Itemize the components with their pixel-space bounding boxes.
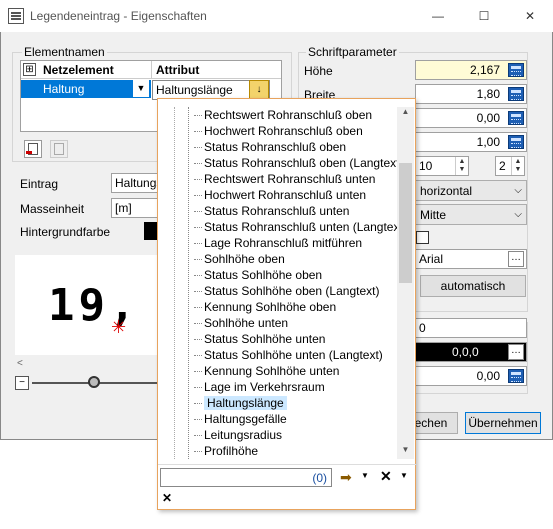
app-icon [8,8,24,24]
filter-count: (0) [312,471,327,485]
hoehe-input[interactable]: 2,167 [415,60,527,80]
attribute-list-item[interactable]: Sohlhöhe unten [162,315,399,331]
attribute-list-item[interactable]: Status Sohlhöhe oben (Langtext) [162,283,399,299]
attribute-list-item[interactable]: Status Rohranschluß unten [162,203,399,219]
font-input[interactable]: Arial … [415,249,527,269]
attribute-list-item[interactable]: Status Rohranschluß oben (Langtext) [162,155,399,171]
attribute-list-item[interactable]: Status Rohranschluß oben [162,139,399,155]
minimize-button[interactable]: — [415,0,461,32]
spin-updown-icon[interactable]: ▲ ▼ [455,157,468,175]
hintergrund-color-swatch[interactable] [144,222,158,240]
attribut-dropdown-icon[interactable]: ↓ [249,80,269,100]
spin-updown-icon[interactable]: ▲ ▼ [511,157,524,175]
lower3-input[interactable]: 0,00 [415,366,527,386]
attribute-list-item[interactable]: Hochwert Rohranschluß oben [162,123,399,139]
attribute-list-item[interactable]: Kennung Sohlhöhe unten [162,363,399,379]
calculator-icon[interactable] [508,63,524,77]
attribute-list-item[interactable]: Status Rohranschluß unten (Langtext) [162,219,399,235]
param3-input[interactable]: 0,00 [415,108,527,128]
attribute-list-item[interactable]: Status Sohlhöhe oben [162,267,399,283]
attribute-list-item[interactable]: Status Sohlhöhe unten [162,331,399,347]
lower1-input[interactable]: 0 [415,318,527,338]
scroll-left-icon[interactable]: < [17,358,23,369]
col-attribut[interactable]: Attribut [156,63,199,77]
popup-filter-bar: (0) ➡ ▼ ✕ ▼ [158,464,416,488]
maximize-button[interactable]: ☐ [461,0,507,32]
apply-filter-arrow-icon[interactable]: ➡ [340,469,352,486]
chevron-down-icon[interactable]: ▼ [400,471,408,480]
preview-area: 19, ✳ [15,255,158,355]
preview-hscrollbar[interactable]: < [15,358,158,372]
attribute-tree-list[interactable]: Rechtswert Rohranschluß oben Hochwert Roh… [162,107,399,459]
font-browse-button[interactable]: … [508,251,524,267]
attribute-list-item[interactable]: Sohlhöhe oben [162,251,399,267]
row-dropdown-arrow[interactable]: ▼ [133,80,149,97]
popup-scroll-thumb[interactable] [399,163,412,283]
breite-input[interactable]: 1,80 [415,84,527,104]
color-input[interactable]: 0,0,0 … [415,342,527,362]
attribute-list-item[interactable]: Lage Rohranschluß mitführen [162,235,399,251]
popup-vscrollbar[interactable]: ▲ ▼ [397,107,414,459]
attribute-list-item[interactable]: Haltungsgefälle [162,411,399,427]
elementnamen-label: Elementnamen [22,45,107,59]
attribute-list-item[interactable]: Leitungsradius [162,427,399,443]
filter-input[interactable]: (0) [160,468,332,487]
position-combo[interactable]: Mitte ⌵ [415,204,527,225]
calculator-icon[interactable] [508,87,524,101]
insert-row-icon[interactable] [24,140,42,158]
uebernehmen-button[interactable]: Übernehmen [465,412,541,434]
attribute-list-item[interactable]: Rechtswert Rohranschluß unten [162,171,399,187]
chevron-down-icon: ⌵ [514,209,522,220]
close-button[interactable]: ✕ [507,0,553,32]
eintrag-input[interactable]: Haltungsl [111,173,159,193]
grid-row-netzelement[interactable]: Haltung ▼ [21,80,151,98]
attribute-popup: Rechtswert Rohranschluß oben Hochwert Roh… [157,98,416,510]
automatisch-button[interactable]: automatisch [420,275,526,297]
chevron-down-icon: ⌵ [514,185,522,196]
eintrag-label: Eintrag [20,177,59,191]
zoom-out-button[interactable]: − [15,376,29,390]
attribute-list-item[interactable]: Profilhöhe [162,443,399,459]
ausrichtung-combo[interactable]: horizontal ⌵ [415,180,527,201]
color-browse-button[interactable]: … [508,344,524,360]
title-bar: Legendeneintrag - Eigenschaften — ☐ ✕ [0,0,553,32]
delete-row-icon[interactable] [50,140,68,158]
clear-filter-icon[interactable]: ✕ [380,468,392,485]
hintergrund-label: Hintergrundfarbe [20,225,111,239]
calculator-icon[interactable] [508,111,524,125]
hoehe-label: Höhe [304,64,333,78]
attribute-list-item[interactable]: Hochwert Rohranschluß unten [162,187,399,203]
zoom-slider-handle[interactable] [88,376,100,388]
scroll-up-icon[interactable]: ▲ [397,107,414,116]
masseinheit-label: Masseinheit [20,202,85,216]
spin2-input[interactable]: 2 ▲ ▼ [495,156,525,176]
option-checkbox[interactable] [416,231,429,244]
calculator-icon[interactable] [508,135,524,149]
grid-header: ⊞ Netzelement Attribut [21,61,281,79]
popup-close-icon[interactable]: ✕ [162,491,172,505]
schrift-label: Schriftparameter [306,45,399,59]
param4-input[interactable]: 1,00 [415,132,527,152]
spin1-input[interactable]: 10 ▲ ▼ [415,156,469,176]
attribute-list-item[interactable]: Kennung Sohlhöhe oben [162,299,399,315]
scroll-down-icon[interactable]: ▼ [397,445,414,454]
attribute-list-item[interactable]: Lage im Verkehrsraum [162,379,399,395]
calculator-icon[interactable] [508,369,524,383]
attribute-list-item[interactable]: Rechtswert Rohranschluß oben [162,107,399,123]
chevron-down-icon[interactable]: ▼ [361,471,369,480]
attribute-list-item[interactable]: Haltungslänge [162,395,399,411]
grid-corner-icon[interactable]: ⊞ [23,63,36,76]
masseinheit-input[interactable]: [m] [111,198,159,218]
attribute-list-item[interactable]: Status Sohlhöhe unten (Langtext) [162,347,399,363]
col-netzelement[interactable]: Netzelement [43,63,114,77]
window-title: Legendeneintrag - Eigenschaften [30,9,207,23]
anchor-icon: ✳ [111,317,127,337]
